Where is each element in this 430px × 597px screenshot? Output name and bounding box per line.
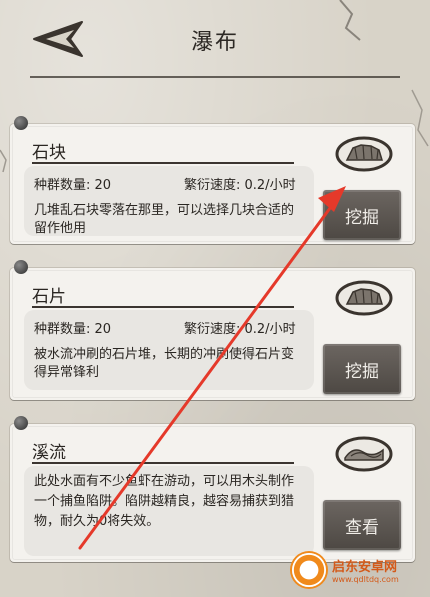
resource-details: 种群数量: 20 繁衍速度: 0.2/小时 几堆乱石块零落在那里，可以选择几块合… <box>24 166 314 236</box>
resource-card: 石片 种群数量: 20 繁衍速度: 0.2/小时 被水流冲刷的石片堆，长期的冲刷… <box>10 260 415 400</box>
resource-card: 溪流 此处水面有不少鱼虾在游动，可以用木头制作一个捕鱼陷阱。陷阱越精良，越容易捕… <box>10 416 415 562</box>
watermark-url: www.qdltdq.com <box>332 575 399 584</box>
watermark-name: 启东安卓网 <box>332 560 398 575</box>
population-stat: 种群数量: 20 <box>34 322 112 337</box>
resource-name: 溪流 <box>32 443 66 463</box>
view-button[interactable]: 查看 <box>323 500 401 550</box>
resource-description: 几堆乱石块零落在那里，可以选择几块合适的留作他用 <box>34 203 295 236</box>
stream-icon <box>335 436 393 472</box>
pin-icon <box>14 416 28 430</box>
resource-description: 此处水面有不少鱼虾在游动，可以用木头制作一个捕鱼陷阱。陷阱越精良，越容易捕获到猎… <box>34 474 295 529</box>
name-divider <box>32 462 294 464</box>
pin-icon <box>14 116 28 130</box>
resource-name: 石块 <box>32 143 66 163</box>
resource-details: 种群数量: 20 繁衍速度: 0.2/小时 被水流冲刷的石片堆，长期的冲刷使得石… <box>24 310 314 390</box>
pin-icon <box>14 260 28 274</box>
rock-pile-icon <box>335 136 393 172</box>
rock-pile-icon <box>335 280 393 316</box>
dig-button[interactable]: 挖掘 <box>323 344 401 394</box>
resource-description: 被水流冲刷的石片堆，长期的冲刷使得石片变得异常锋利 <box>34 347 295 380</box>
resource-details: 此处水面有不少鱼虾在游动，可以用木头制作一个捕鱼陷阱。陷阱越精良，越容易捕获到猎… <box>24 466 314 556</box>
dig-button[interactable]: 挖掘 <box>323 190 401 240</box>
title-divider <box>30 76 400 78</box>
name-divider <box>32 306 294 308</box>
watermark-logo-icon <box>292 553 326 587</box>
population-stat: 种群数量: 20 <box>34 178 112 193</box>
page-title: 瀑布 <box>190 30 239 55</box>
resource-name: 石片 <box>32 287 66 307</box>
breed-rate-stat: 繁衍速度: 0.2/小时 <box>184 178 296 193</box>
name-divider <box>32 162 294 164</box>
breed-rate-stat: 繁衍速度: 0.2/小时 <box>184 322 296 337</box>
watermark: 启东安卓网 www.qdltdq.com <box>292 549 422 591</box>
resource-card: 石块 种群数量: 20 繁衍速度: 0.2/小时 几堆乱石块零落在那里，可以选择… <box>10 116 415 244</box>
